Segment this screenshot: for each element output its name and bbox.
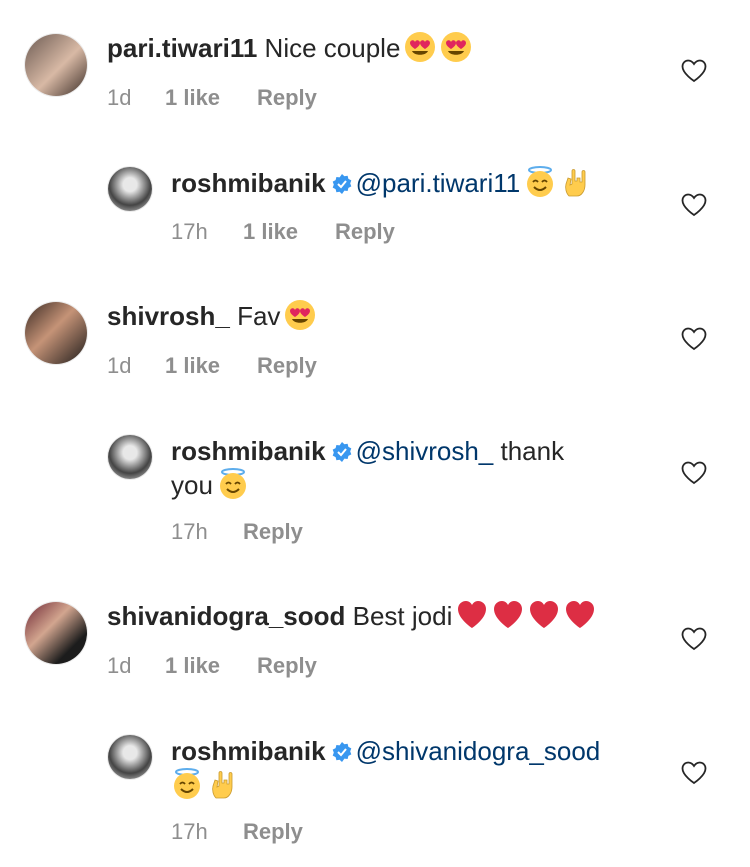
comment-username[interactable]: pari.tiwari11 bbox=[107, 33, 257, 63]
comment-username[interactable]: shivrosh_ bbox=[107, 301, 230, 331]
comment-text: pari.tiwari11 Nice couple bbox=[107, 31, 627, 65]
verified-badge-icon bbox=[332, 742, 352, 762]
comment-username[interactable]: roshmibanik bbox=[171, 736, 326, 766]
comment-text: roshmibanik @pari.tiwari11 bbox=[171, 166, 651, 200]
avatar[interactable] bbox=[108, 435, 152, 479]
comment-meta: 1d 1 like Reply bbox=[107, 85, 317, 111]
heart-eyes-emoji bbox=[440, 31, 472, 63]
heart-eyes-emoji bbox=[404, 31, 436, 63]
like-heart-icon[interactable] bbox=[681, 627, 707, 651]
comment-text: shivanidogra_sood Best jodi bbox=[107, 599, 627, 633]
like-heart-icon[interactable] bbox=[681, 327, 707, 351]
verified-badge-icon bbox=[332, 442, 352, 462]
reply-button[interactable]: Reply bbox=[257, 85, 317, 111]
reply-button[interactable]: Reply bbox=[243, 519, 303, 545]
comment-body: Fav bbox=[237, 301, 281, 331]
comment-time: 1d bbox=[107, 353, 132, 378]
heart-eyes-emoji bbox=[284, 299, 316, 331]
rock-hand-emoji bbox=[560, 166, 592, 198]
like-count[interactable]: 1 like bbox=[165, 653, 257, 679]
verified-badge-icon bbox=[332, 174, 352, 194]
avatar[interactable] bbox=[25, 602, 87, 664]
like-heart-icon[interactable] bbox=[681, 461, 707, 485]
comment-meta: 1d 1 like Reply bbox=[107, 653, 317, 679]
comment-text: shivrosh_ Fav bbox=[107, 299, 627, 333]
comment-meta: 17h Reply bbox=[171, 519, 303, 545]
reply-button[interactable]: Reply bbox=[335, 219, 395, 245]
red-heart-emoji bbox=[564, 599, 596, 631]
avatar[interactable] bbox=[108, 735, 152, 779]
mention-link[interactable]: @shivrosh_ bbox=[356, 436, 494, 466]
comment-username[interactable]: shivanidogra_sood bbox=[107, 601, 345, 631]
like-heart-icon[interactable] bbox=[681, 193, 707, 217]
comment-body: Best jodi bbox=[352, 601, 453, 631]
reply-button[interactable]: Reply bbox=[257, 653, 317, 679]
comment-username[interactable]: roshmibanik bbox=[171, 436, 326, 466]
like-heart-icon[interactable] bbox=[681, 761, 707, 785]
rock-hand-emoji bbox=[207, 768, 239, 800]
like-count[interactable]: 1 like bbox=[165, 353, 257, 379]
reply-button[interactable]: Reply bbox=[243, 819, 303, 845]
comment-text: roshmibanik @shivrosh_ thank you bbox=[171, 434, 611, 502]
comment-time: 1d bbox=[107, 85, 132, 110]
comment-meta: 17h Reply bbox=[171, 819, 303, 845]
comment-text: roshmibanik @shivanidogra_sood bbox=[171, 734, 651, 802]
red-heart-emoji bbox=[528, 599, 560, 631]
comment-time: 17h bbox=[171, 819, 208, 844]
avatar[interactable] bbox=[108, 167, 152, 211]
halo-smile-emoji bbox=[217, 468, 249, 500]
comment-body: Nice couple bbox=[264, 33, 401, 63]
avatar[interactable] bbox=[25, 302, 87, 364]
comment-time: 1d bbox=[107, 653, 132, 678]
comment-time: 17h bbox=[171, 519, 208, 544]
like-count[interactable]: 1 like bbox=[165, 85, 257, 111]
red-heart-emoji bbox=[456, 599, 488, 631]
mention-link[interactable]: @shivanidogra_sood bbox=[356, 736, 601, 766]
mention-link[interactable]: @pari.tiwari11 bbox=[356, 168, 521, 198]
avatar[interactable] bbox=[25, 34, 87, 96]
reply-button[interactable]: Reply bbox=[257, 353, 317, 379]
like-count[interactable]: 1 like bbox=[243, 219, 335, 245]
halo-smile-emoji bbox=[524, 166, 556, 198]
halo-smile-emoji bbox=[171, 768, 203, 800]
comment-meta: 1d 1 like Reply bbox=[107, 353, 317, 379]
comment-time: 17h bbox=[171, 219, 208, 244]
red-heart-emoji bbox=[492, 599, 524, 631]
comment-username[interactable]: roshmibanik bbox=[171, 168, 326, 198]
like-heart-icon[interactable] bbox=[681, 59, 707, 83]
comment-meta: 17h 1 like Reply bbox=[171, 219, 395, 245]
